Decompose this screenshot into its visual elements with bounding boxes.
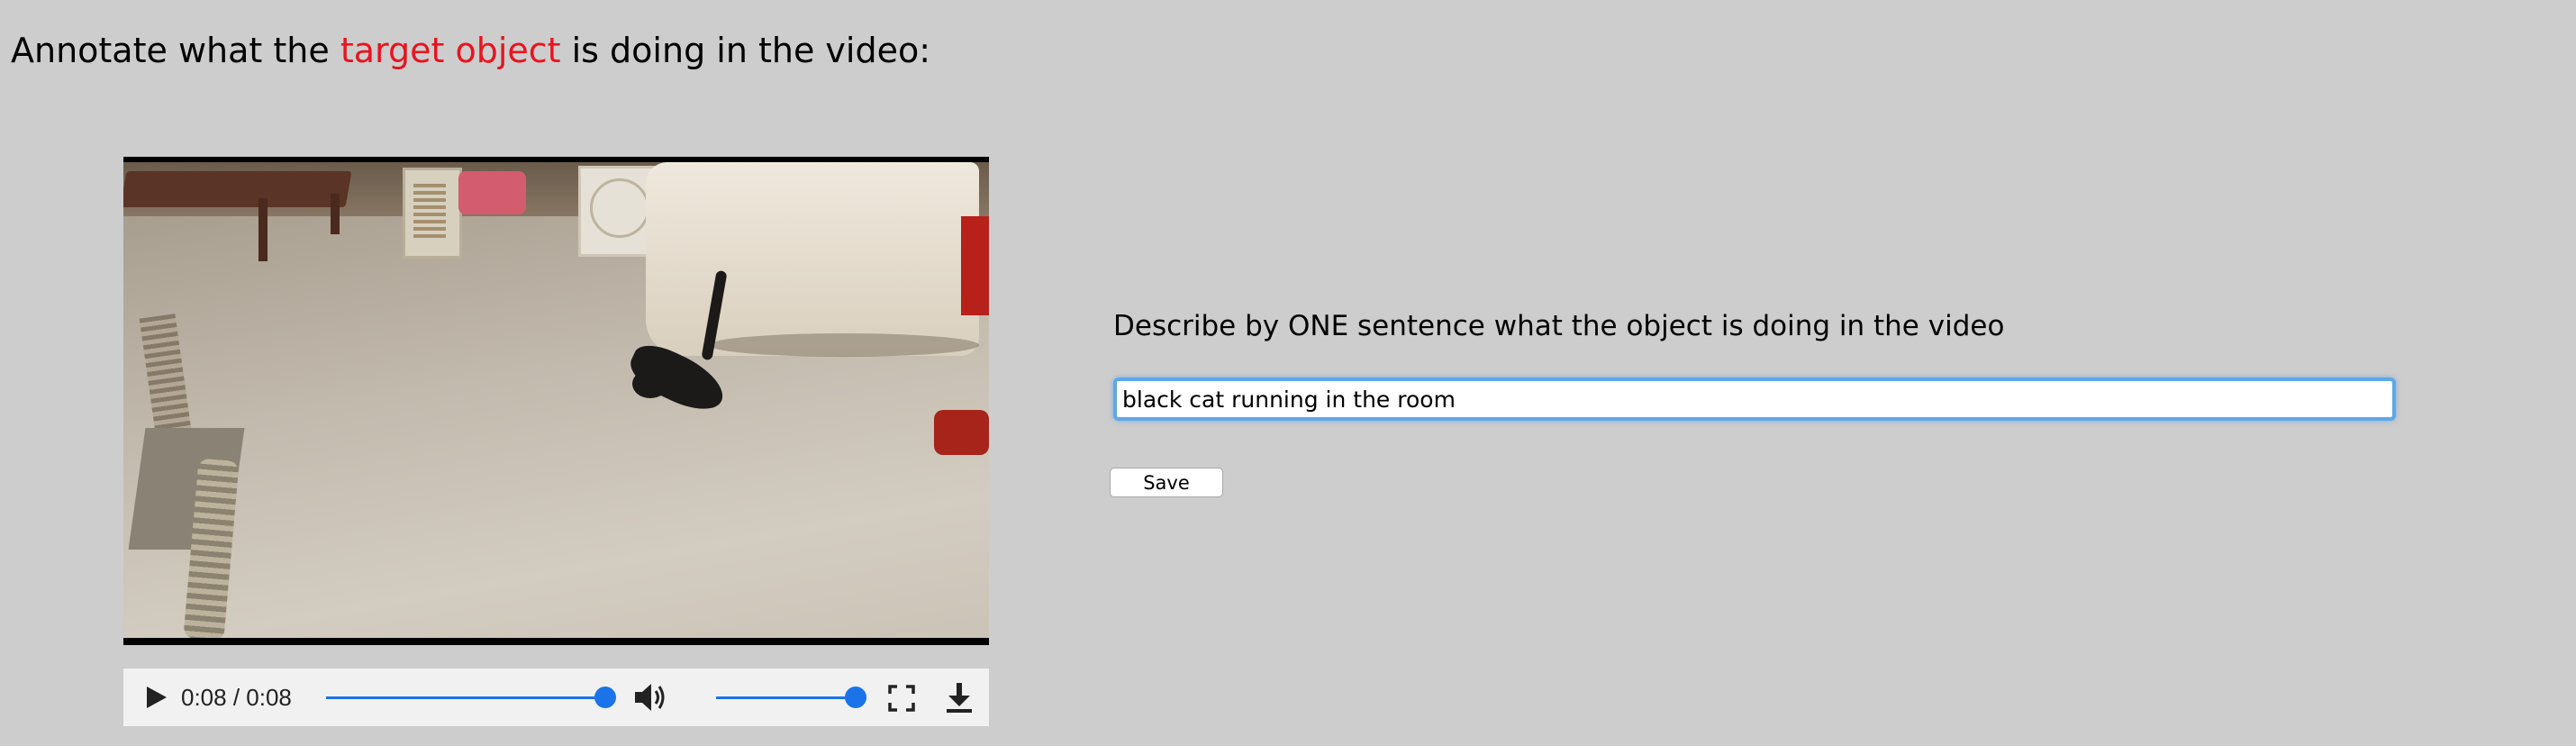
video-frame (123, 162, 989, 638)
question-prompt: Describe by ONE sentence what the object… (1113, 310, 2005, 342)
target-object-highlight: target object (340, 31, 561, 70)
cat-head (632, 369, 668, 398)
annotation-page: Annotate what the target object is doing… (0, 0, 2576, 746)
save-button[interactable]: Save (1110, 468, 1223, 497)
title-prefix: Annotate what the (11, 31, 340, 70)
volume-thumb[interactable] (845, 687, 866, 708)
seek-thumb[interactable] (594, 687, 616, 708)
video-player[interactable] (123, 157, 989, 645)
download-icon[interactable] (943, 681, 975, 714)
volume-icon[interactable] (633, 682, 667, 713)
video-controls: 0:08 / 0:08 (123, 669, 989, 726)
page-title: Annotate what the target object is doing… (11, 25, 930, 76)
volume-slider[interactable] (716, 687, 866, 708)
time-display: 0:08 / 0:08 (181, 684, 292, 711)
title-suffix: is doing in the video: (560, 31, 931, 70)
seek-track (326, 696, 605, 699)
volume-track (716, 696, 856, 699)
answer-input[interactable] (1113, 378, 2396, 421)
seek-bar[interactable] (326, 687, 616, 708)
play-icon[interactable] (143, 685, 168, 710)
fullscreen-icon[interactable] (887, 684, 916, 713)
